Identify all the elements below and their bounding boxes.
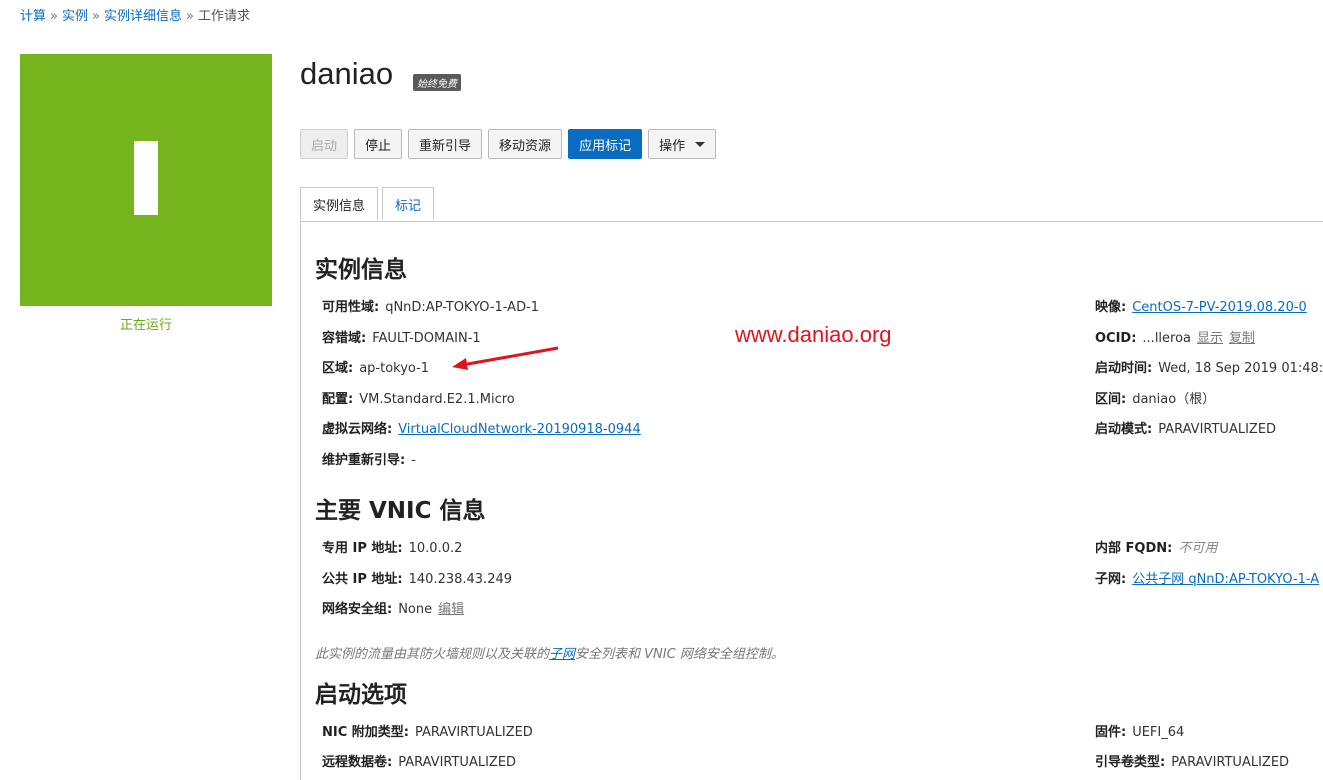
field-value: - — [411, 453, 416, 468]
nsg-row: 网络安全组: None 编辑 — [322, 598, 464, 617]
start-button[interactable]: 启动 — [300, 129, 349, 159]
chevron-down-icon — [695, 141, 706, 147]
panel-divider — [300, 221, 301, 780]
tab-bar: 实例信息 标记 — [300, 187, 1323, 222]
traffic-note: 此实例的流量由其防火墙规则以及关联的子网安全列表和 VNIC 网络安全组控制。 — [315, 643, 784, 662]
tab-tags[interactable]: 标记 — [382, 187, 435, 220]
field-label: NIC 附加类型: — [322, 725, 409, 740]
note-text: 此实例的流量由其防火墙规则以及关联的 — [315, 647, 550, 662]
field-value: UEFI_64 — [1132, 725, 1185, 740]
copy-ocid-link[interactable]: 复制 — [1229, 331, 1255, 346]
breadcrumb-instance-details[interactable]: 实例详细信息 — [104, 9, 182, 24]
field-label: 维护重新引导: — [322, 453, 406, 468]
field-label: 子网: — [1095, 572, 1127, 587]
field-value: 140.238.43.249 — [408, 572, 513, 587]
field-value: FAULT-DOMAIN-1 — [372, 331, 481, 346]
field-label: 固件: — [1095, 725, 1127, 740]
field-value: None — [398, 602, 433, 617]
field-label: 启动时间: — [1095, 361, 1153, 376]
field-value: qNnD:AP-TOKYO-1-AD-1 — [385, 300, 540, 315]
field-label: 可用性域: — [322, 300, 380, 315]
breadcrumb-separator: » — [185, 9, 194, 24]
field-label: 网络安全组: — [322, 602, 393, 617]
apply-tags-button[interactable]: 应用标记 — [568, 129, 643, 159]
breadcrumb-separator: » — [92, 9, 100, 24]
note-text: 安全列表和 VNIC 网络安全组控制。 — [575, 647, 784, 662]
field-value: 不可用 — [1178, 541, 1218, 556]
maintenance-reboot-row: 维护重新引导: - — [322, 449, 416, 468]
nic-attachment-row: NIC 附加类型: PARAVIRTUALIZED — [322, 721, 533, 740]
field-value: daniao（根） — [1132, 392, 1216, 407]
internal-fqdn-row: 内部 FQDN: 不可用 — [1095, 537, 1217, 556]
field-value: ap-tokyo-1 — [359, 361, 430, 376]
field-label: 引导卷类型: — [1095, 755, 1166, 770]
image-link[interactable]: CentOS-7-PV-2019.08.20-0 — [1132, 300, 1307, 315]
launch-time-row: 启动时间: Wed, 18 Sep 2019 01:48:53 — [1095, 357, 1323, 376]
vnic-heading: 主要 VNIC 信息 — [315, 498, 486, 524]
ocid-row: OCID: ...lleroa 显示 复制 — [1095, 327, 1255, 346]
field-value: ...lleroa — [1142, 331, 1192, 346]
field-label: 公共 IP 地址: — [322, 572, 403, 587]
field-label: 区域: — [322, 361, 354, 376]
public-ip-row: 公共 IP 地址: 140.238.43.249 — [322, 568, 512, 587]
actions-dropdown[interactable]: 操作 — [648, 129, 717, 159]
subnet-link[interactable]: 公共子网 qNnD:AP-TOKYO-1-A — [1132, 572, 1319, 587]
remote-volume-row: 远程数据卷: PARAVIRTUALIZED — [322, 751, 516, 770]
field-value: 10.0.0.2 — [408, 541, 463, 556]
breadcrumb-separator: » — [50, 9, 58, 24]
subnet-row: 子网: 公共子网 qNnD:AP-TOKYO-1-A — [1095, 568, 1319, 587]
field-label: 配置: — [322, 392, 354, 407]
reboot-button[interactable]: 重新引导 — [408, 129, 483, 159]
field-label: 内部 FQDN: — [1095, 541, 1173, 556]
launch-mode-row: 启动模式: PARAVIRTUALIZED — [1095, 418, 1276, 437]
page-title: daniao — [300, 56, 394, 91]
launch-options-heading: 启动选项 — [315, 682, 407, 708]
stop-button[interactable]: 停止 — [354, 129, 403, 159]
vcn-link[interactable]: VirtualCloudNetwork-20190918-0944 — [398, 422, 641, 437]
boot-volume-type-row: 引导卷类型: PARAVIRTUALIZED — [1095, 751, 1289, 770]
instance-info-heading: 实例信息 — [315, 257, 407, 283]
action-toolbar: 启动 停止 重新引导 移动资源 应用标记 操作 — [300, 129, 717, 159]
breadcrumb-instances[interactable]: 实例 — [62, 9, 88, 24]
shape-row: 配置: VM.Standard.E2.1.Micro — [322, 388, 515, 407]
always-free-badge: 始终免费 — [413, 74, 461, 91]
firmware-row: 固件: UEFI_64 — [1095, 721, 1184, 740]
annotation-arrow-icon — [452, 346, 559, 370]
field-label: OCID: — [1095, 331, 1137, 346]
breadcrumb-current: 工作请求 — [197, 9, 250, 24]
breadcrumb-compute[interactable]: 计算 — [20, 9, 46, 24]
fault-domain-row: 容错域: FAULT-DOMAIN-1 — [322, 327, 481, 346]
field-label: 虚拟云网络: — [322, 422, 393, 437]
region-row: 区域: ap-tokyo-1 — [322, 357, 429, 376]
field-label: 专用 IP 地址: — [322, 541, 403, 556]
edit-nsg-link[interactable]: 编辑 — [438, 602, 464, 617]
field-value: Wed, 18 Sep 2019 01:48:53 — [1158, 361, 1323, 376]
watermark: www.daniao.org — [735, 322, 892, 347]
move-resource-button[interactable]: 移动资源 — [488, 129, 563, 159]
image-row: 映像: CentOS-7-PV-2019.08.20-0 — [1095, 296, 1307, 315]
field-value: VM.Standard.E2.1.Micro — [359, 392, 515, 407]
private-ip-row: 专用 IP 地址: 10.0.0.2 — [322, 537, 462, 556]
actions-dropdown-label: 操作 — [659, 138, 686, 154]
breadcrumb: 计算» 实例» 实例详细信息» 工作请求 — [20, 5, 250, 24]
field-label: 启动模式: — [1095, 422, 1153, 437]
field-value: PARAVIRTUALIZED — [1171, 755, 1290, 770]
vcn-row: 虚拟云网络: VirtualCloudNetwork-20190918-0944 — [322, 418, 641, 437]
tab-instance-info[interactable]: 实例信息 — [300, 187, 379, 221]
compartment-row: 区间: daniao（根） — [1095, 388, 1215, 407]
field-label: 容错域: — [322, 331, 367, 346]
field-label: 区间: — [1095, 392, 1127, 407]
field-value: PARAVIRTUALIZED — [414, 725, 533, 740]
field-label: 远程数据卷: — [322, 755, 393, 770]
instance-icon — [134, 141, 158, 215]
field-label: 映像: — [1095, 300, 1127, 315]
subnet-note-link[interactable]: 子网 — [549, 647, 575, 662]
show-ocid-link[interactable]: 显示 — [1197, 331, 1223, 346]
instance-state-label: 正在运行 — [119, 318, 172, 333]
availability-domain-row: 可用性域: qNnD:AP-TOKYO-1-AD-1 — [322, 296, 539, 315]
field-value: PARAVIRTUALIZED — [398, 755, 517, 770]
field-value: PARAVIRTUALIZED — [1158, 422, 1277, 437]
